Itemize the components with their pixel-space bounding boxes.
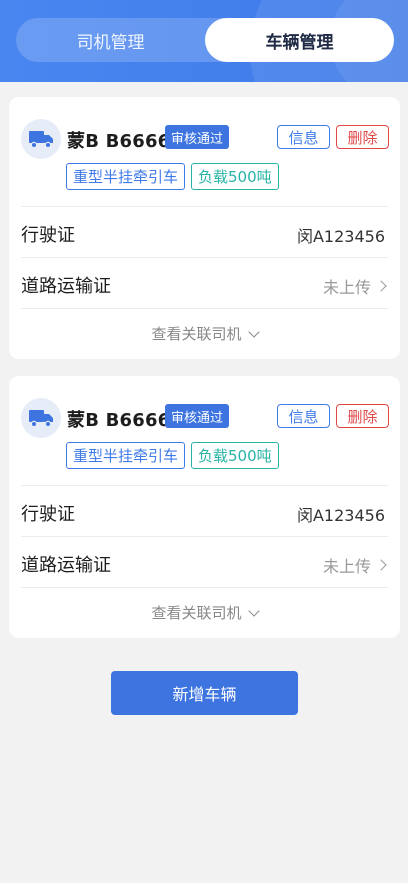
truck-avatar [21,398,61,438]
vehicle-type-tag: 重型半挂牵引车 [66,163,186,190]
delete-button[interactable]: 删除 [336,404,389,428]
plate-number: 蒙B B6666 [67,131,171,152]
chevron-down-icon [247,604,260,617]
divider [21,587,388,588]
transport-permit-row[interactable]: 未上传 [322,274,387,298]
driving-license-label: 行驶证 [21,225,75,246]
divider [21,308,388,309]
divider [21,485,388,486]
status-badge: 审核通过 [165,125,230,149]
view-drivers-link[interactable]: 查看关联司机 [9,323,400,344]
status-badge: 审核通过 [165,404,230,428]
chevron-right-icon [375,280,387,292]
transport-permit-row[interactable]: 未上传 [322,553,387,577]
chevron-down-icon [247,325,260,338]
tab-vehicle-management[interactable]: 车辆管理 [205,18,394,62]
truck-icon [29,131,53,149]
view-drivers-label: 查看关联司机 [151,325,242,343]
driving-license-label: 行驶证 [21,504,75,525]
load-tag: 负载500吨 [191,442,279,469]
transport-permit-value: 未上传 [322,278,371,297]
load-tag: 负载500吨 [191,163,279,190]
divider [21,206,388,207]
vehicle-card: 蒙B B6666 审核通过 信息 删除 重型半挂牵引车 负载500吨 行驶证 闵… [9,97,400,359]
chevron-right-icon [375,559,387,571]
truck-icon [29,410,53,428]
transport-permit-label: 道路运输证 [21,276,111,297]
plate-number: 蒙B B6666 [67,410,171,431]
info-button[interactable]: 信息 [277,125,330,149]
delete-button[interactable]: 删除 [336,125,389,149]
transport-permit-value: 未上传 [322,557,371,576]
truck-avatar [21,119,61,159]
vehicle-card: 蒙B B6666 审核通过 信息 删除 重型半挂牵引车 负载500吨 行驶证 闵… [9,376,400,638]
transport-permit-label: 道路运输证 [21,555,111,576]
vehicle-type-tag: 重型半挂牵引车 [66,442,186,469]
view-drivers-label: 查看关联司机 [151,604,242,622]
view-drivers-link[interactable]: 查看关联司机 [9,602,400,623]
driving-license-value: 闵A123456 [296,227,385,246]
info-button[interactable]: 信息 [277,404,330,428]
tab-switcher: 司机管理 车辆管理 [16,18,394,62]
divider [21,257,388,258]
tab-driver-management[interactable]: 司机管理 [16,18,205,62]
add-vehicle-button[interactable]: 新增车辆 [111,671,298,715]
header: 司机管理 车辆管理 [0,0,408,82]
divider [21,536,388,537]
driving-license-value: 闵A123456 [296,506,385,525]
